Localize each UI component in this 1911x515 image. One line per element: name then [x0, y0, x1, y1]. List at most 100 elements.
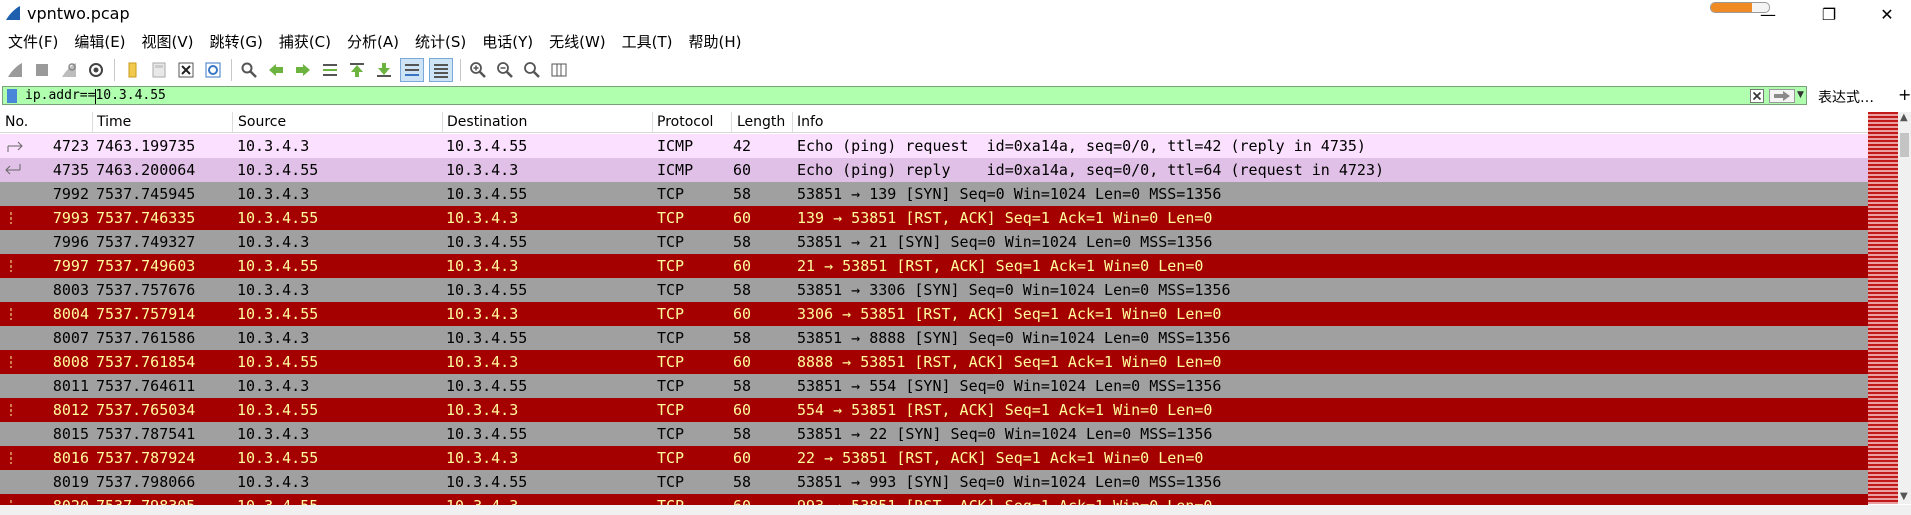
- related-packet-icon: [10, 212, 12, 224]
- first-packet-icon[interactable]: [346, 59, 368, 81]
- info-cell: 53851 → 8888 [SYN] Seq=0 Win=1024 Len=0 …: [797, 329, 1231, 347]
- main-toolbar: [0, 56, 1911, 84]
- info-cell: 139 → 53851 [RST, ACK] Seq=1 Ack=1 Win=0…: [797, 209, 1213, 227]
- packet-row[interactable]: 8008 7537.761854 10.3.4.55 10.3.4.3 TCP 60 888…: [0, 350, 1868, 374]
- restart-capture-icon[interactable]: [58, 59, 80, 81]
- destination-cell: 10.3.4.55: [446, 377, 528, 395]
- info-cell: 22 → 53851 [RST, ACK] Seq=1 Ack=1 Win=0 …: [797, 449, 1204, 467]
- scrollbar-thumb[interactable]: [1900, 133, 1909, 157]
- add-filter-button[interactable]: +: [1898, 85, 1911, 104]
- column-header-length[interactable]: Length: [737, 114, 785, 130]
- last-packet-icon[interactable]: [373, 59, 395, 81]
- zoom-in-icon[interactable]: [467, 59, 489, 81]
- time-cell: 7537.787924: [96, 449, 196, 467]
- menu-view[interactable]: 视图(V): [134, 31, 202, 52]
- go-forward-icon[interactable]: [292, 59, 314, 81]
- packet-row[interactable]: 8004 7537.757914 10.3.4.55 10.3.4.3 TCP 60 330…: [0, 302, 1868, 326]
- protocol-cell: TCP: [657, 425, 685, 443]
- close-file-icon[interactable]: [175, 59, 197, 81]
- stop-capture-icon[interactable]: [31, 59, 53, 81]
- packet-row[interactable]: 8019 7537.798066 10.3.4.3 10.3.4.55 TCP 58 538…: [0, 470, 1868, 494]
- packet-row[interactable]: 4735 7463.200064 10.3.4.55 10.3.4.3 ICMP 60 Ec…: [0, 158, 1868, 182]
- column-header-source[interactable]: Source: [238, 114, 286, 130]
- packet-row[interactable]: 8012 7537.765034 10.3.4.55 10.3.4.3 TCP 60 554…: [0, 398, 1868, 422]
- colorize-icon[interactable]: [429, 58, 453, 82]
- source-cell: 10.3.4.3: [237, 137, 310, 155]
- column-separator[interactable]: [652, 112, 653, 132]
- scroll-up-icon[interactable]: ▲: [1900, 112, 1908, 123]
- packet-row[interactable]: 7997 7537.749603 10.3.4.55 10.3.4.3 TCP 60 21 …: [0, 254, 1868, 278]
- menu-edit[interactable]: 编辑(E): [66, 31, 133, 52]
- menu-help[interactable]: 帮助(H): [681, 31, 750, 52]
- column-header-destination[interactable]: Destination: [447, 114, 527, 130]
- text-cursor: [95, 89, 96, 104]
- protocol-cell: TCP: [657, 401, 685, 419]
- expression-button[interactable]: 表达式…: [1818, 87, 1874, 107]
- time-cell: 7537.746335: [96, 209, 196, 227]
- destination-cell: 10.3.4.3: [446, 257, 519, 275]
- menu-file[interactable]: 文件(F): [0, 31, 66, 52]
- packet-row[interactable]: 8003 7537.757676 10.3.4.3 10.3.4.55 TCP 58 538…: [0, 278, 1868, 302]
- packet-row[interactable]: 7996 7537.749327 10.3.4.3 10.3.4.55 TCP 58 538…: [0, 230, 1868, 254]
- column-separator[interactable]: [232, 112, 233, 132]
- packet-number-cell: 4735: [52, 161, 89, 179]
- packet-minimap[interactable]: [1868, 112, 1898, 504]
- menu-telephony[interactable]: 电话(Y): [474, 31, 541, 52]
- go-to-packet-icon[interactable]: [319, 59, 341, 81]
- horizontal-scrollbar[interactable]: [0, 505, 1911, 515]
- length-cell: 42: [732, 137, 751, 155]
- apply-filter-icon[interactable]: [1769, 89, 1795, 103]
- display-filter-input[interactable]: ip.addr==10.3.4.55 ▼: [2, 86, 1807, 105]
- menu-analyze[interactable]: 分析(A): [339, 31, 407, 52]
- column-header-time[interactable]: Time: [97, 114, 131, 130]
- packet-row[interactable]: 8015 7537.787541 10.3.4.3 10.3.4.55 TCP 58 538…: [0, 422, 1868, 446]
- packet-number-cell: 8003: [52, 281, 89, 299]
- normal-size-icon[interactable]: [521, 59, 543, 81]
- packet-row[interactable]: 8011 7537.764611 10.3.4.3 10.3.4.55 TCP 58 538…: [0, 374, 1868, 398]
- column-header-protocol[interactable]: Protocol: [657, 114, 713, 130]
- column-separator[interactable]: [442, 112, 443, 132]
- save-file-icon[interactable]: [148, 59, 170, 81]
- packet-row[interactable]: 8016 7537.787924 10.3.4.55 10.3.4.3 TCP 60 22 …: [0, 446, 1868, 470]
- source-cell: 10.3.4.3: [237, 473, 310, 491]
- find-packet-icon[interactable]: [238, 59, 260, 81]
- time-cell: 7537.757914: [96, 305, 196, 323]
- scroll-down-icon[interactable]: ▼: [1900, 491, 1908, 502]
- open-file-icon[interactable]: [121, 59, 143, 81]
- zoom-out-icon[interactable]: [494, 59, 516, 81]
- start-capture-icon[interactable]: [4, 59, 26, 81]
- clear-filter-icon[interactable]: [1750, 89, 1764, 103]
- reload-file-icon[interactable]: [202, 59, 224, 81]
- menu-tools[interactable]: 工具(T): [614, 31, 681, 52]
- packet-row[interactable]: 4723 7463.199735 10.3.4.3 10.3.4.55 ICMP 42 Ec…: [0, 134, 1868, 158]
- maximize-button[interactable]: ❐: [1806, 0, 1852, 28]
- menu-statistics[interactable]: 统计(S): [407, 31, 474, 52]
- source-cell: 10.3.4.3: [237, 185, 310, 203]
- column-separator[interactable]: [92, 112, 93, 132]
- column-separator[interactable]: [792, 112, 793, 132]
- packet-number-cell: 7992: [52, 185, 89, 203]
- close-button[interactable]: ✕: [1864, 0, 1910, 28]
- menu-wireless[interactable]: 无线(W): [541, 31, 614, 52]
- column-separator[interactable]: [731, 112, 732, 132]
- length-cell: 60: [732, 401, 751, 419]
- resize-columns-icon[interactable]: [548, 59, 570, 81]
- minimize-button[interactable]: —: [1745, 0, 1791, 28]
- menu-go[interactable]: 跳转(G): [202, 31, 271, 52]
- bookmark-icon[interactable]: [7, 89, 17, 103]
- filter-history-dropdown-icon[interactable]: ▼: [1797, 90, 1807, 102]
- packet-rows: 4723 7463.199735 10.3.4.3 10.3.4.55 ICMP 42 Ec…: [0, 134, 1868, 515]
- info-cell: 8888 → 53851 [RST, ACK] Seq=1 Ack=1 Win=…: [797, 353, 1222, 371]
- capture-options-icon[interactable]: [85, 59, 107, 81]
- column-header-info[interactable]: Info: [797, 114, 824, 130]
- packet-row[interactable]: 8007 7537.761586 10.3.4.3 10.3.4.55 TCP 58 538…: [0, 326, 1868, 350]
- packet-list-header: No. Time Source Destination Protocol Len…: [0, 112, 1868, 133]
- packet-row[interactable]: 7992 7537.745945 10.3.4.3 10.3.4.55 TCP 58 538…: [0, 182, 1868, 206]
- auto-scroll-icon[interactable]: [400, 58, 424, 82]
- menu-capture[interactable]: 捕获(C): [271, 31, 339, 52]
- packet-row[interactable]: 7993 7537.746335 10.3.4.55 10.3.4.3 TCP 60 139…: [0, 206, 1868, 230]
- column-header-no[interactable]: No.: [5, 114, 28, 130]
- go-back-icon[interactable]: [265, 59, 287, 81]
- vertical-scrollbar[interactable]: [1898, 112, 1911, 504]
- menu-bar: 文件(F) 编辑(E) 视图(V) 跳转(G) 捕获(C) 分析(A) 统计(S…: [0, 28, 1911, 54]
